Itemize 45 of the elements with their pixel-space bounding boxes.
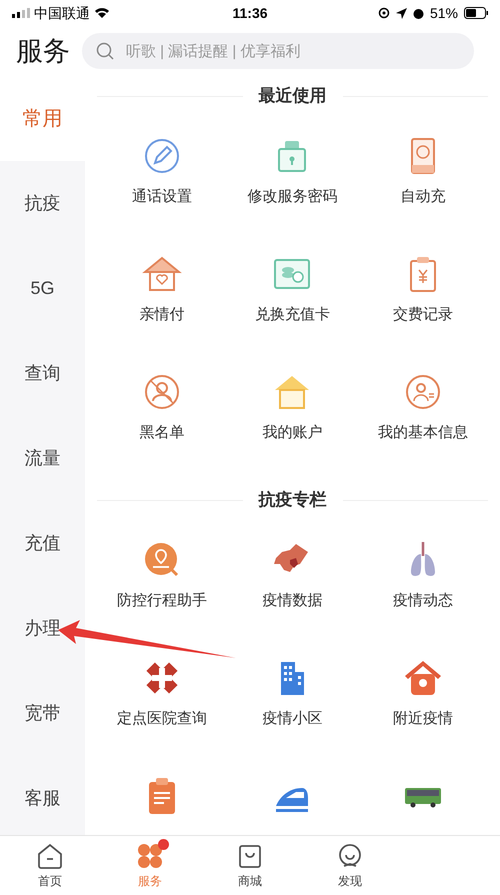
- service-label[interactable]: 通话设置: [132, 186, 192, 208]
- bottom-tab[interactable]: 首页: [0, 836, 100, 895]
- category-tab[interactable]: 5G: [0, 246, 85, 331]
- page-title: 服务: [16, 34, 70, 68]
- signal-icon: [12, 8, 30, 18]
- service-label[interactable]: 我的基本信息: [378, 422, 468, 444]
- house-pin-icon: [402, 658, 443, 698]
- service-label[interactable]: 我的账户: [262, 422, 322, 444]
- carrier-name: 中国联通: [34, 4, 90, 22]
- battery-icon: [464, 7, 488, 19]
- service-label[interactable]: 防控行程助手: [117, 590, 208, 612]
- service-label[interactable]: 修改服务密码: [247, 186, 338, 208]
- section-title: 最近使用: [258, 85, 326, 108]
- category-tab[interactable]: 办理: [0, 586, 85, 671]
- clover-icon: [136, 842, 164, 870]
- category-tab[interactable]: 充值: [0, 501, 85, 586]
- service-label[interactable]: 交费记录: [392, 304, 453, 326]
- rotation-lock-icon: [378, 7, 390, 19]
- house-heart-icon: [142, 254, 182, 294]
- category-tab[interactable]: 宽带: [0, 671, 85, 756]
- wifi-icon: [94, 7, 110, 19]
- bottom-tab[interactable]: 商城: [200, 836, 300, 895]
- category-tab[interactable]: 抗疫: [0, 161, 85, 246]
- search-icon: [96, 42, 114, 60]
- clock-time: 11:36: [231, 4, 269, 22]
- search-field[interactable]: 听歌 | 漏话提醒 | 优享福利: [82, 33, 474, 69]
- service-label[interactable]: 自动充: [400, 186, 446, 208]
- service-label[interactable]: 亲情付: [140, 304, 185, 326]
- service-label[interactable]: 黑名单: [140, 422, 185, 444]
- category-tab[interactable]: 常用: [0, 76, 85, 161]
- location-arrow-icon: [396, 8, 407, 18]
- service-label[interactable]: 定点医院查询: [117, 708, 208, 730]
- service-label[interactable]: 疫情小区: [262, 708, 322, 730]
- service-label[interactable]: 兑换充值卡: [254, 304, 330, 326]
- category-tab[interactable]: 流量: [0, 416, 85, 501]
- service-label[interactable]: 附近疫情: [392, 708, 453, 730]
- service-label[interactable]: 疫情动态: [392, 590, 453, 612]
- battery-percent: 51%: [430, 4, 458, 22]
- section-title: 抗疫专栏: [258, 489, 326, 512]
- category-tab[interactable]: 查询: [0, 331, 85, 416]
- service-label[interactable]: 疫情数据: [262, 590, 322, 612]
- home-icon: [36, 842, 64, 870]
- bottom-tab[interactable]: 发现: [300, 836, 400, 895]
- category-tab[interactable]: 客服: [0, 756, 85, 835]
- smile-bubble-icon: [336, 842, 364, 870]
